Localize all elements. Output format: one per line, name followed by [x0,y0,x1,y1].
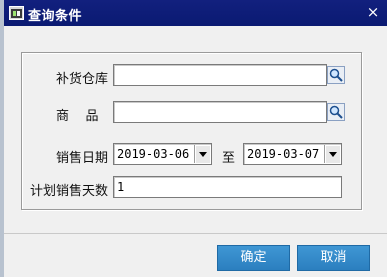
warehouse-input[interactable] [113,64,327,86]
ok-button[interactable]: 确定 [217,245,290,271]
close-button[interactable]: × [365,4,381,20]
chevron-down-icon[interactable] [194,145,210,163]
product-label: 商 品 [56,109,99,124]
warehouse-search-button[interactable] [327,66,345,84]
cancel-button[interactable]: 取消 [297,245,370,271]
title-bar[interactable]: 查询条件 × [4,0,387,26]
date-from-value: 2019-03-06 [117,147,190,161]
product-search-button[interactable] [327,103,345,121]
app-window-icon [9,6,24,20]
background-window-edge [0,0,4,277]
chevron-down-icon[interactable] [324,145,340,163]
magnifier-icon [329,105,343,119]
date-from-select[interactable]: 2019-03-06 [113,143,212,165]
sales-date-label: 销售日期 [56,151,109,166]
warehouse-label: 补货仓库 [56,72,109,87]
sales-days-input[interactable]: 1 [113,176,342,198]
dialog-title: 查询条件 [28,9,83,24]
footer-divider [4,233,387,234]
date-to-value: 2019-03-07 [247,147,320,161]
date-separator: 至 [222,151,236,166]
magnifier-icon [329,68,343,82]
product-input[interactable] [113,101,327,123]
sales-days-label: 计划销售天数 [30,184,109,199]
date-to-select[interactable]: 2019-03-07 [243,143,342,165]
query-dialog: 查询条件 × 补货仓库 商 品 销售日期 2019-03-06 至 2019-0… [0,0,387,277]
